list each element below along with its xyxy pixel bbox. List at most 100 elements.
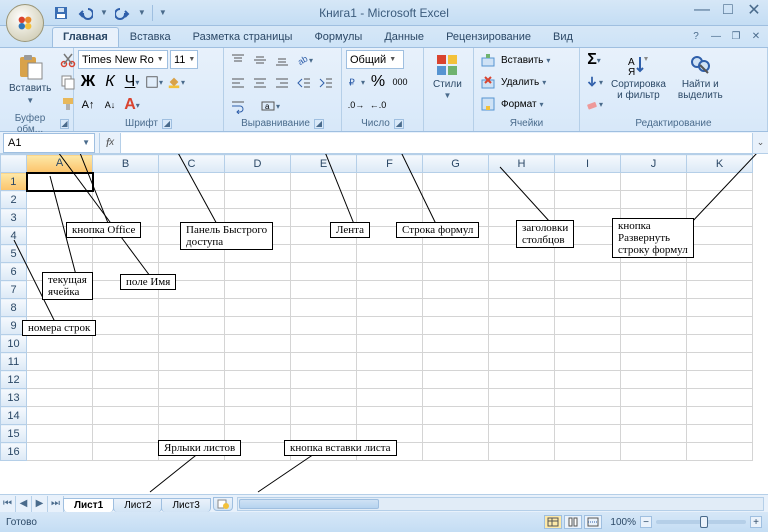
cell[interactable] (621, 173, 687, 191)
cell[interactable] (225, 407, 291, 425)
cell[interactable] (93, 353, 159, 371)
cell[interactable] (423, 245, 489, 263)
cell[interactable] (291, 425, 357, 443)
cell[interactable] (423, 425, 489, 443)
cell[interactable] (159, 443, 225, 461)
cell[interactable] (291, 227, 357, 245)
cell[interactable] (357, 407, 423, 425)
cell[interactable] (621, 407, 687, 425)
zoom-slider-knob[interactable] (700, 516, 708, 528)
cell[interactable] (93, 263, 159, 281)
cell[interactable] (357, 281, 423, 299)
decrease-indent-button[interactable] (294, 73, 314, 93)
cell[interactable] (687, 263, 753, 281)
cell[interactable] (93, 407, 159, 425)
font-color-button[interactable]: A▾ (122, 95, 142, 115)
cell[interactable] (225, 281, 291, 299)
cell[interactable] (93, 371, 159, 389)
minimize-button[interactable]: — (692, 2, 712, 18)
wb-close-button[interactable]: ✕ (748, 28, 764, 44)
cell[interactable] (357, 443, 423, 461)
cell[interactable] (357, 245, 423, 263)
close-button[interactable]: ✕ (744, 2, 764, 18)
cell[interactable] (291, 299, 357, 317)
percent-button[interactable]: % (368, 72, 388, 92)
office-button[interactable] (6, 4, 44, 42)
cell[interactable] (423, 443, 489, 461)
column-header[interactable]: I (555, 155, 621, 173)
cell[interactable] (27, 353, 93, 371)
cell[interactable] (159, 173, 225, 191)
cell[interactable] (291, 245, 357, 263)
name-box[interactable]: A1▼ (3, 133, 95, 153)
qat-customize-icon[interactable]: ▼ (159, 8, 167, 17)
cell[interactable] (159, 425, 225, 443)
row-header[interactable]: 15 (1, 425, 27, 443)
cell[interactable] (423, 281, 489, 299)
cell[interactable] (159, 227, 225, 245)
cell[interactable] (93, 209, 159, 227)
cell[interactable] (489, 371, 555, 389)
horizontal-scrollbar[interactable] (237, 497, 764, 511)
cell[interactable] (159, 389, 225, 407)
cell[interactable] (357, 227, 423, 245)
insert-function-button[interactable]: fx (99, 133, 121, 153)
font-name-combo[interactable]: Times New Ro▼ (78, 50, 168, 69)
cell[interactable] (687, 407, 753, 425)
cell[interactable] (225, 443, 291, 461)
align-middle-button[interactable] (250, 50, 270, 70)
cell[interactable] (621, 443, 687, 461)
cell[interactable] (159, 407, 225, 425)
sheet-nav-prev[interactable]: ◀ (16, 496, 32, 512)
cell[interactable] (27, 245, 93, 263)
cell[interactable] (423, 209, 489, 227)
cell[interactable] (555, 191, 621, 209)
fill-button[interactable]: ▾ (584, 72, 604, 92)
cell[interactable] (27, 209, 93, 227)
expand-formula-bar-button[interactable]: ⌄ (752, 133, 768, 153)
accounting-format-button[interactable]: ₽▾ (346, 72, 366, 92)
cell[interactable] (555, 407, 621, 425)
cell[interactable] (225, 191, 291, 209)
row-header[interactable]: 11 (1, 353, 27, 371)
cell[interactable] (225, 173, 291, 191)
cell[interactable] (159, 317, 225, 335)
cell[interactable] (225, 371, 291, 389)
cell[interactable] (423, 263, 489, 281)
cell[interactable] (225, 353, 291, 371)
cell[interactable] (357, 173, 423, 191)
cell[interactable] (93, 299, 159, 317)
cell[interactable] (555, 317, 621, 335)
cell[interactable] (621, 335, 687, 353)
cell[interactable] (27, 191, 93, 209)
zoom-slider[interactable] (656, 520, 746, 524)
cell[interactable] (225, 335, 291, 353)
column-header[interactable]: G (423, 155, 489, 173)
cell[interactable] (93, 281, 159, 299)
cell[interactable] (621, 425, 687, 443)
cell[interactable] (621, 281, 687, 299)
redo-dropdown-icon[interactable]: ▼ (138, 8, 146, 17)
format-cells-button[interactable] (478, 94, 498, 114)
cell[interactable] (687, 371, 753, 389)
styles-button[interactable]: Стили▼ (428, 50, 467, 104)
cell[interactable] (225, 209, 291, 227)
comma-button[interactable]: 000 (390, 72, 410, 92)
column-header[interactable]: F (357, 155, 423, 173)
cell[interactable] (291, 317, 357, 335)
cell[interactable] (357, 425, 423, 443)
cell[interactable] (357, 317, 423, 335)
cell[interactable] (555, 227, 621, 245)
cell[interactable] (225, 389, 291, 407)
align-center-button[interactable] (250, 73, 270, 93)
grid[interactable]: ABCDEFGHIJK12345678910111213141516 (0, 154, 753, 461)
row-header[interactable]: 12 (1, 371, 27, 389)
cell[interactable] (555, 443, 621, 461)
cell[interactable] (489, 281, 555, 299)
row-header[interactable]: 14 (1, 407, 27, 425)
merge-center-button[interactable]: a▾ (250, 96, 290, 116)
row-header[interactable]: 13 (1, 389, 27, 407)
ribbon-tab-5[interactable]: Рецензирование (435, 27, 542, 47)
sheet-nav-next[interactable]: ▶ (32, 496, 48, 512)
find-select-button[interactable]: Найти и выделить (673, 50, 728, 104)
